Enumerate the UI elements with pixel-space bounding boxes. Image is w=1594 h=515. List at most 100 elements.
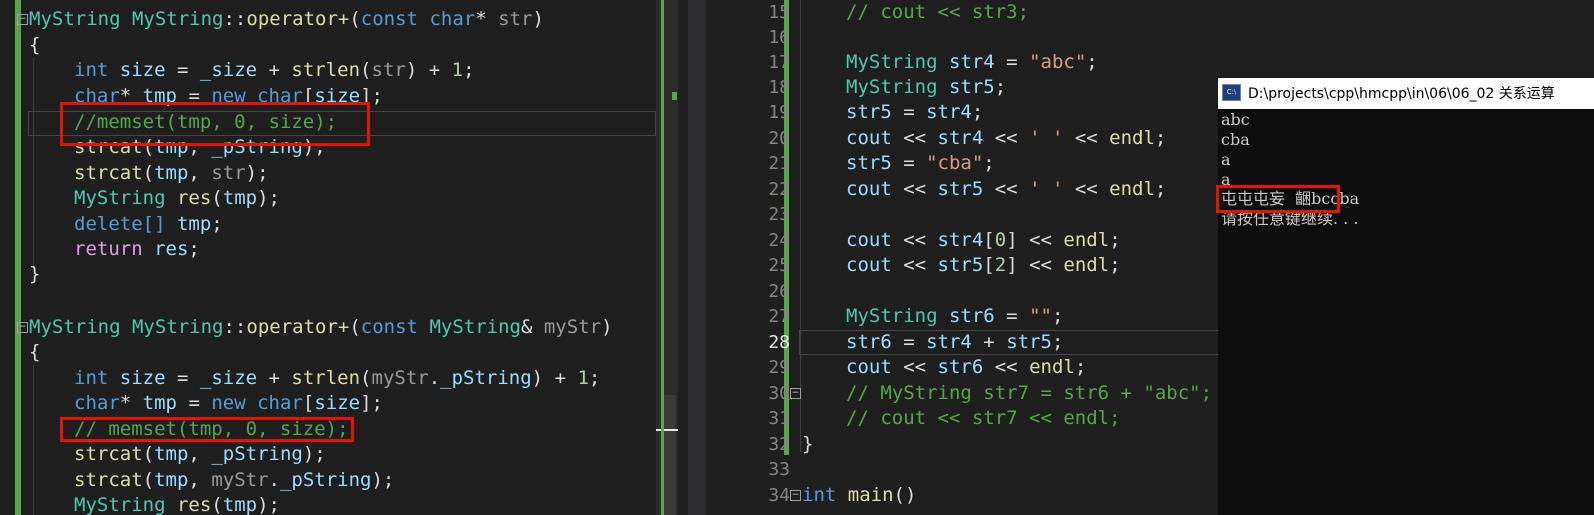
vertical-scrollbar[interactable] bbox=[656, 0, 678, 515]
token-keyword: char bbox=[74, 392, 120, 414]
token-op: + bbox=[257, 59, 292, 81]
fold-collapse-icon[interactable]: − bbox=[790, 490, 801, 501]
token-punct: [ bbox=[302, 392, 315, 414]
token-var: str4 bbox=[926, 331, 972, 353]
console-title: D:\projects\cpp\hmcpp\in\06\06_02 关系运算 bbox=[1248, 86, 1555, 102]
token-type: MyString bbox=[29, 8, 121, 30]
line-number: 32 bbox=[768, 434, 790, 455]
token-string: "" bbox=[1029, 305, 1052, 327]
token-op: + bbox=[543, 367, 578, 389]
token-scope: :: bbox=[223, 8, 247, 30]
token-punct: ; bbox=[211, 213, 223, 235]
token-punct: ; bbox=[983, 152, 995, 174]
token-function: res bbox=[176, 187, 212, 209]
console-title-bar[interactable]: C:\ D:\projects\cpp\hmcpp\in\06\06_02 关系… bbox=[1218, 78, 1594, 109]
token-punct: . bbox=[268, 469, 280, 491]
token-punct: () bbox=[893, 484, 917, 506]
console-window[interactable]: C:\ D:\projects\cpp\hmcpp\in\06\06_02 关系… bbox=[1216, 78, 1594, 515]
token-var: res bbox=[154, 238, 189, 260]
token-var: cout bbox=[846, 254, 892, 276]
token-var: str6 bbox=[937, 356, 984, 378]
token-var: str5 bbox=[948, 76, 995, 98]
token-op: << bbox=[983, 127, 1030, 149]
token-op: << bbox=[983, 178, 1030, 200]
scrollbar-position-line bbox=[656, 429, 678, 431]
token-function: strlen bbox=[291, 367, 361, 389]
token-var: _size bbox=[199, 59, 258, 81]
line-number: 28 bbox=[768, 332, 790, 353]
token-op: = bbox=[165, 59, 200, 81]
token-keyword: int bbox=[74, 59, 109, 81]
fold-collapse-icon[interactable]: − bbox=[790, 388, 801, 399]
token-punct: ; bbox=[971, 101, 984, 123]
token-type: MyString bbox=[74, 187, 166, 209]
token-param: str bbox=[498, 8, 533, 30]
fold-collapse-icon[interactable]: − bbox=[17, 14, 28, 25]
line-number: 24 bbox=[768, 230, 790, 251]
token-var: _size bbox=[199, 367, 258, 389]
token-var: str4 bbox=[937, 229, 984, 251]
token-punct: ); bbox=[257, 494, 280, 515]
token-op: << bbox=[983, 356, 1030, 378]
scrollbar-thumb[interactable] bbox=[662, 395, 676, 515]
line-number: 18 bbox=[768, 77, 790, 98]
token-punct: ; bbox=[463, 59, 475, 81]
token-type: MyString bbox=[131, 316, 224, 338]
token-punct: ( bbox=[211, 494, 223, 515]
token-op: << bbox=[1017, 229, 1064, 251]
token-var: str5 bbox=[846, 101, 892, 123]
token-function: operator+ bbox=[246, 316, 350, 338]
token-op: = bbox=[891, 101, 927, 123]
token-punct: ; bbox=[1074, 356, 1087, 378]
token-punct: [ bbox=[983, 254, 995, 276]
indent-guide bbox=[33, 58, 34, 268]
token-punct: , bbox=[188, 162, 212, 184]
left-code-editor[interactable]: − MyString MyString::operator+( const cha… bbox=[0, 0, 688, 515]
token-punct: ] bbox=[1006, 229, 1018, 251]
line-number: 17 bbox=[768, 52, 790, 73]
token-keyword: char bbox=[257, 392, 303, 414]
pane-splitter[interactable] bbox=[688, 0, 706, 515]
token-punct: * bbox=[475, 8, 487, 30]
token-punct: ( bbox=[142, 443, 155, 465]
line-number: 30 bbox=[768, 383, 790, 404]
token-type: MyString bbox=[131, 8, 224, 30]
token-var: cout bbox=[846, 356, 892, 378]
token-type: MyString bbox=[429, 316, 521, 338]
token-var: tmp bbox=[154, 443, 189, 465]
line-number: 27 bbox=[768, 306, 790, 327]
token-function: endl bbox=[1063, 254, 1110, 276]
token-var: cout bbox=[846, 127, 892, 149]
token-op: << bbox=[891, 229, 938, 251]
line-number: 22 bbox=[768, 179, 790, 200]
token-var: str4 bbox=[937, 127, 984, 149]
console-app-icon: C:\ bbox=[1222, 84, 1241, 101]
token-string: "abc" bbox=[1029, 51, 1087, 73]
token-op: = bbox=[891, 331, 927, 353]
token-type: MyString bbox=[846, 76, 938, 98]
token-var: size bbox=[119, 367, 166, 389]
token-punct: ( bbox=[142, 469, 155, 491]
token-punct: ; bbox=[1051, 331, 1064, 353]
token-punct: ; bbox=[1109, 229, 1121, 251]
token-var: _pString bbox=[211, 443, 303, 465]
token-function: strcat bbox=[74, 162, 143, 184]
token-punct: ] bbox=[1006, 254, 1018, 276]
brace: } bbox=[802, 433, 814, 455]
token-op: + bbox=[257, 367, 292, 389]
indent-guide bbox=[33, 365, 34, 515]
token-type: MyString bbox=[74, 494, 166, 515]
token-keyword: const bbox=[360, 316, 418, 338]
token-number: 1 bbox=[577, 367, 589, 389]
token-param: str bbox=[211, 162, 246, 184]
token-keyword: new bbox=[211, 392, 246, 414]
brace: { bbox=[29, 34, 41, 56]
fold-collapse-icon[interactable]: − bbox=[17, 322, 28, 333]
console-output-line: abc bbox=[1221, 110, 1250, 129]
scrollbar-marker bbox=[672, 92, 677, 100]
token-keyword: delete[] bbox=[74, 213, 166, 235]
token-punct: [ bbox=[983, 229, 995, 251]
token-function: endl bbox=[1109, 178, 1155, 200]
token-op: = bbox=[994, 51, 1030, 73]
token-var: str6 bbox=[948, 305, 995, 327]
